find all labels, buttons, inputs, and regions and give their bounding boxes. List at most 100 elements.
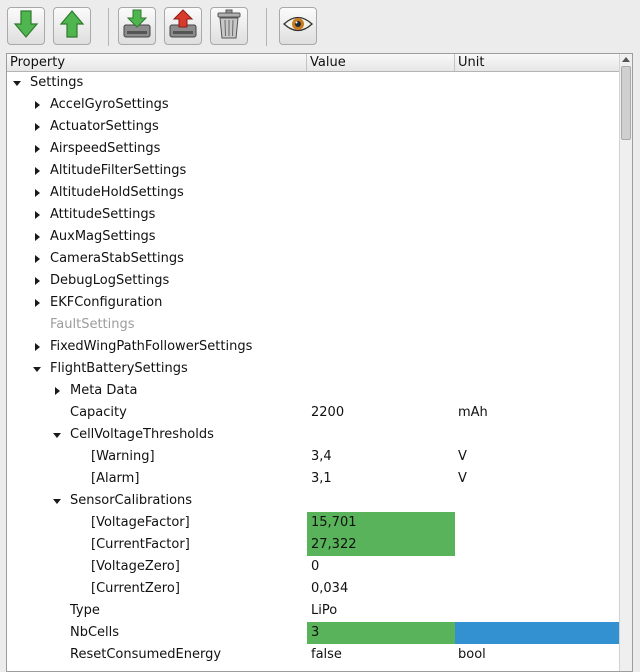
collapsed-arrow-icon[interactable]	[32, 116, 42, 138]
uavobject-tree[interactable]: Property Value Unit Settings AccelGyroSet…	[6, 53, 633, 672]
property-label: CameraStabSettings	[50, 251, 184, 266]
tree-row[interactable]: [VoltageZero] 0	[7, 556, 620, 578]
value-cell[interactable]: 27,322	[307, 534, 455, 556]
value-cell[interactable]	[307, 380, 455, 402]
unit-cell	[455, 292, 620, 314]
tree-row[interactable]: NbCells 3	[7, 622, 620, 644]
unit-cell	[455, 600, 620, 622]
value-cell[interactable]	[307, 490, 455, 512]
collapsed-arrow-icon[interactable]	[32, 160, 42, 182]
tree-row[interactable]: CameraStabSettings	[7, 248, 620, 270]
collapsed-arrow-icon[interactable]	[32, 336, 42, 358]
load-from-flash-button[interactable]	[164, 7, 202, 45]
collapsed-arrow-icon[interactable]	[32, 270, 42, 292]
property-cell: [VoltageFactor]	[7, 512, 307, 534]
send-button[interactable]	[53, 7, 91, 45]
tree-row[interactable]: [Warning] 3,4 V	[7, 446, 620, 468]
arrow-down-green-icon	[13, 9, 39, 43]
property-cell: SensorCalibrations	[7, 490, 307, 512]
collapsed-arrow-icon[interactable]	[32, 94, 42, 116]
column-header-property[interactable]: Property	[7, 54, 307, 71]
value-cell[interactable]	[307, 292, 455, 314]
value-cell[interactable]	[307, 94, 455, 116]
apply-button[interactable]	[7, 7, 45, 45]
collapsed-arrow-icon[interactable]	[32, 138, 42, 160]
value-cell[interactable]	[307, 138, 455, 160]
tree-row[interactable]: AltitudeFilterSettings	[7, 160, 620, 182]
tree-row[interactable]: [CurrentFactor] 27,322	[7, 534, 620, 556]
value-cell[interactable]: false	[307, 644, 455, 666]
tree-row[interactable]: Meta Data	[7, 380, 620, 402]
collapsed-arrow-icon[interactable]	[52, 380, 62, 402]
tree-row[interactable]: FixedWingPathFollowerSettings	[7, 336, 620, 358]
value-cell[interactable]	[307, 248, 455, 270]
tree-row[interactable]: ResetConsumedEnergy false bool	[7, 644, 620, 666]
unit-cell	[455, 226, 620, 248]
value-cell[interactable]: 3,1	[307, 468, 455, 490]
value-cell[interactable]	[307, 204, 455, 226]
expanded-arrow-icon[interactable]	[52, 490, 62, 512]
collapsed-arrow-icon[interactable]	[32, 292, 42, 314]
value-cell[interactable]: LiPo	[307, 600, 455, 622]
tree-row[interactable]: AltitudeHoldSettings	[7, 182, 620, 204]
tree-row[interactable]: [CurrentZero] 0,034	[7, 578, 620, 600]
value-cell[interactable]	[307, 226, 455, 248]
tree-row[interactable]: SensorCalibrations	[7, 490, 620, 512]
value-cell[interactable]	[307, 72, 455, 94]
column-header-unit[interactable]: Unit	[455, 54, 620, 71]
tree-row[interactable]: AirspeedSettings	[7, 138, 620, 160]
property-cell: AttitudeSettings	[7, 204, 307, 226]
value-cell[interactable]: 15,701	[307, 512, 455, 534]
tree-row[interactable]: CellVoltageThresholds	[7, 424, 620, 446]
collapsed-arrow-icon[interactable]	[32, 204, 42, 226]
tree-row[interactable]: FaultSettings	[7, 314, 620, 336]
tree-row[interactable]: [VoltageFactor] 15,701	[7, 512, 620, 534]
value-cell[interactable]	[307, 424, 455, 446]
unit-cell	[455, 116, 620, 138]
value-cell[interactable]	[307, 160, 455, 182]
tree-row[interactable]: [Alarm] 3,1 V	[7, 468, 620, 490]
expanded-arrow-icon[interactable]	[52, 424, 62, 446]
property-label: ResetConsumedEnergy	[70, 647, 222, 662]
toolbar-separator	[108, 8, 109, 46]
property-cell: FlightBatterySettings	[7, 358, 307, 380]
tree-header: Property Value Unit	[7, 54, 620, 72]
tree-row[interactable]: DebugLogSettings	[7, 270, 620, 292]
tree-row[interactable]: AuxMagSettings	[7, 226, 620, 248]
scroll-up-icon[interactable]	[622, 57, 630, 62]
expanded-arrow-icon[interactable]	[32, 358, 42, 380]
value-cell[interactable]	[307, 182, 455, 204]
value-cell[interactable]: 3	[307, 622, 455, 644]
tree-row[interactable]: AttitudeSettings	[7, 204, 620, 226]
property-cell: EKFConfiguration	[7, 292, 307, 314]
value-cell[interactable]: 2200	[307, 402, 455, 424]
scrollbar-thumb[interactable]	[621, 66, 631, 140]
expanded-arrow-icon[interactable]	[12, 72, 22, 94]
tree-row[interactable]: Type LiPo	[7, 600, 620, 622]
value-cell[interactable]: 0,034	[307, 578, 455, 600]
collapsed-arrow-icon[interactable]	[32, 226, 42, 248]
tree-row[interactable]: FlightBatterySettings	[7, 358, 620, 380]
collapsed-arrow-icon[interactable]	[32, 248, 42, 270]
value-cell[interactable]	[307, 358, 455, 380]
tree-row[interactable]: Settings	[7, 72, 620, 94]
value-cell[interactable]: 3,4	[307, 446, 455, 468]
value-cell[interactable]: 0	[307, 556, 455, 578]
tree-row[interactable]: EKFConfiguration	[7, 292, 620, 314]
value-cell[interactable]	[307, 314, 455, 336]
tree-row[interactable]: Capacity 2200 mAh	[7, 402, 620, 424]
value-cell[interactable]	[307, 270, 455, 292]
property-label: AltitudeFilterSettings	[50, 163, 187, 178]
collapsed-arrow-icon[interactable]	[32, 182, 42, 204]
tree-row[interactable]: AccelGyroSettings	[7, 94, 620, 116]
property-label: AccelGyroSettings	[50, 97, 169, 112]
save-to-flash-button[interactable]	[118, 7, 156, 45]
column-header-value[interactable]: Value	[307, 54, 455, 71]
value-cell[interactable]	[307, 116, 455, 138]
tree-row[interactable]: ActuatorSettings	[7, 116, 620, 138]
vertical-scrollbar[interactable]	[619, 54, 632, 671]
unit-cell: V	[458, 471, 467, 486]
view-button[interactable]	[279, 7, 317, 45]
erase-button[interactable]	[210, 7, 248, 45]
value-cell[interactable]	[307, 336, 455, 358]
